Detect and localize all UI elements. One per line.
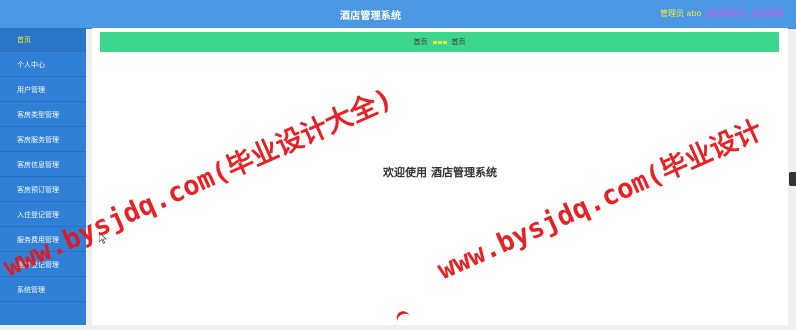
sidebar-item-room-info-management[interactable]: 客房信息管理	[0, 153, 86, 177]
top-header: 酒店管理系统 管理员 abo 退出到前台 退出登录	[0, 0, 796, 29]
mouse-cursor-icon	[99, 232, 107, 244]
main-content: 首页 首页 欢迎使用 酒店管理系统	[92, 28, 788, 325]
logout-link[interactable]: 退出登录	[752, 8, 784, 19]
breadcrumb: 首页 首页	[100, 32, 779, 52]
current-user-label: 管理员 abo	[660, 9, 702, 18]
sidebar-item-user-management[interactable]: 用户管理	[0, 78, 86, 102]
app-title: 酒店管理系统	[340, 11, 402, 22]
sidebar-item-check-out-management[interactable]: 退房登记管理	[0, 253, 86, 277]
welcome-prefix: 欢迎使用	[383, 166, 427, 179]
sidebar-item-room-booking-management[interactable]: 客房预订管理	[0, 178, 86, 202]
sidebar-item-label: 服务费用管理	[17, 235, 59, 244]
breadcrumb-root[interactable]: 首页	[414, 37, 428, 47]
go-to-frontend-link[interactable]: 退出到前台	[706, 8, 746, 19]
welcome-system-name: 酒店管理系统	[431, 166, 497, 179]
sidebar-item-label: 客房类型管理	[17, 110, 59, 119]
breadcrumb-current: 首页	[451, 38, 466, 46]
sidebar-item-service-fee-management[interactable]: 服务费用管理	[0, 228, 86, 252]
sidebar-item-label: 客房服务管理	[17, 135, 59, 144]
sidebar-item-room-service-management[interactable]: 客房服务管理	[0, 128, 86, 152]
sidebar-item-label: 用户管理	[17, 85, 45, 94]
sidebar-item-personal-center[interactable]: 个人中心	[0, 53, 86, 77]
sidebar-item-label: 客房信息管理	[17, 160, 59, 169]
sidebar: 首页 个人中心 用户管理 客房类型管理 客房服务管理 客房信息管理 客房预订管理…	[0, 28, 86, 325]
welcome-message: 欢迎使用 酒店管理系统	[92, 164, 788, 180]
sidebar-item-label: 入住登记管理	[17, 210, 59, 219]
sidebar-item-label: 退房登记管理	[17, 260, 59, 269]
side-drawer-handle[interactable]	[789, 172, 796, 186]
breadcrumb-separator-icon	[432, 40, 447, 44]
sidebar-item-home[interactable]: 首页	[0, 28, 86, 52]
sidebar-item-check-in-management[interactable]: 入住登记管理	[0, 203, 86, 227]
sidebar-item-label: 首页	[17, 35, 31, 44]
sidebar-item-label: 客房预订管理	[17, 185, 59, 194]
sidebar-item-label: 个人中心	[17, 60, 45, 69]
sidebar-item-room-type-management[interactable]: 客房类型管理	[0, 103, 86, 127]
sidebar-item-system-management[interactable]: 系统管理	[0, 278, 86, 302]
sidebar-item-label: 系统管理	[17, 285, 45, 294]
